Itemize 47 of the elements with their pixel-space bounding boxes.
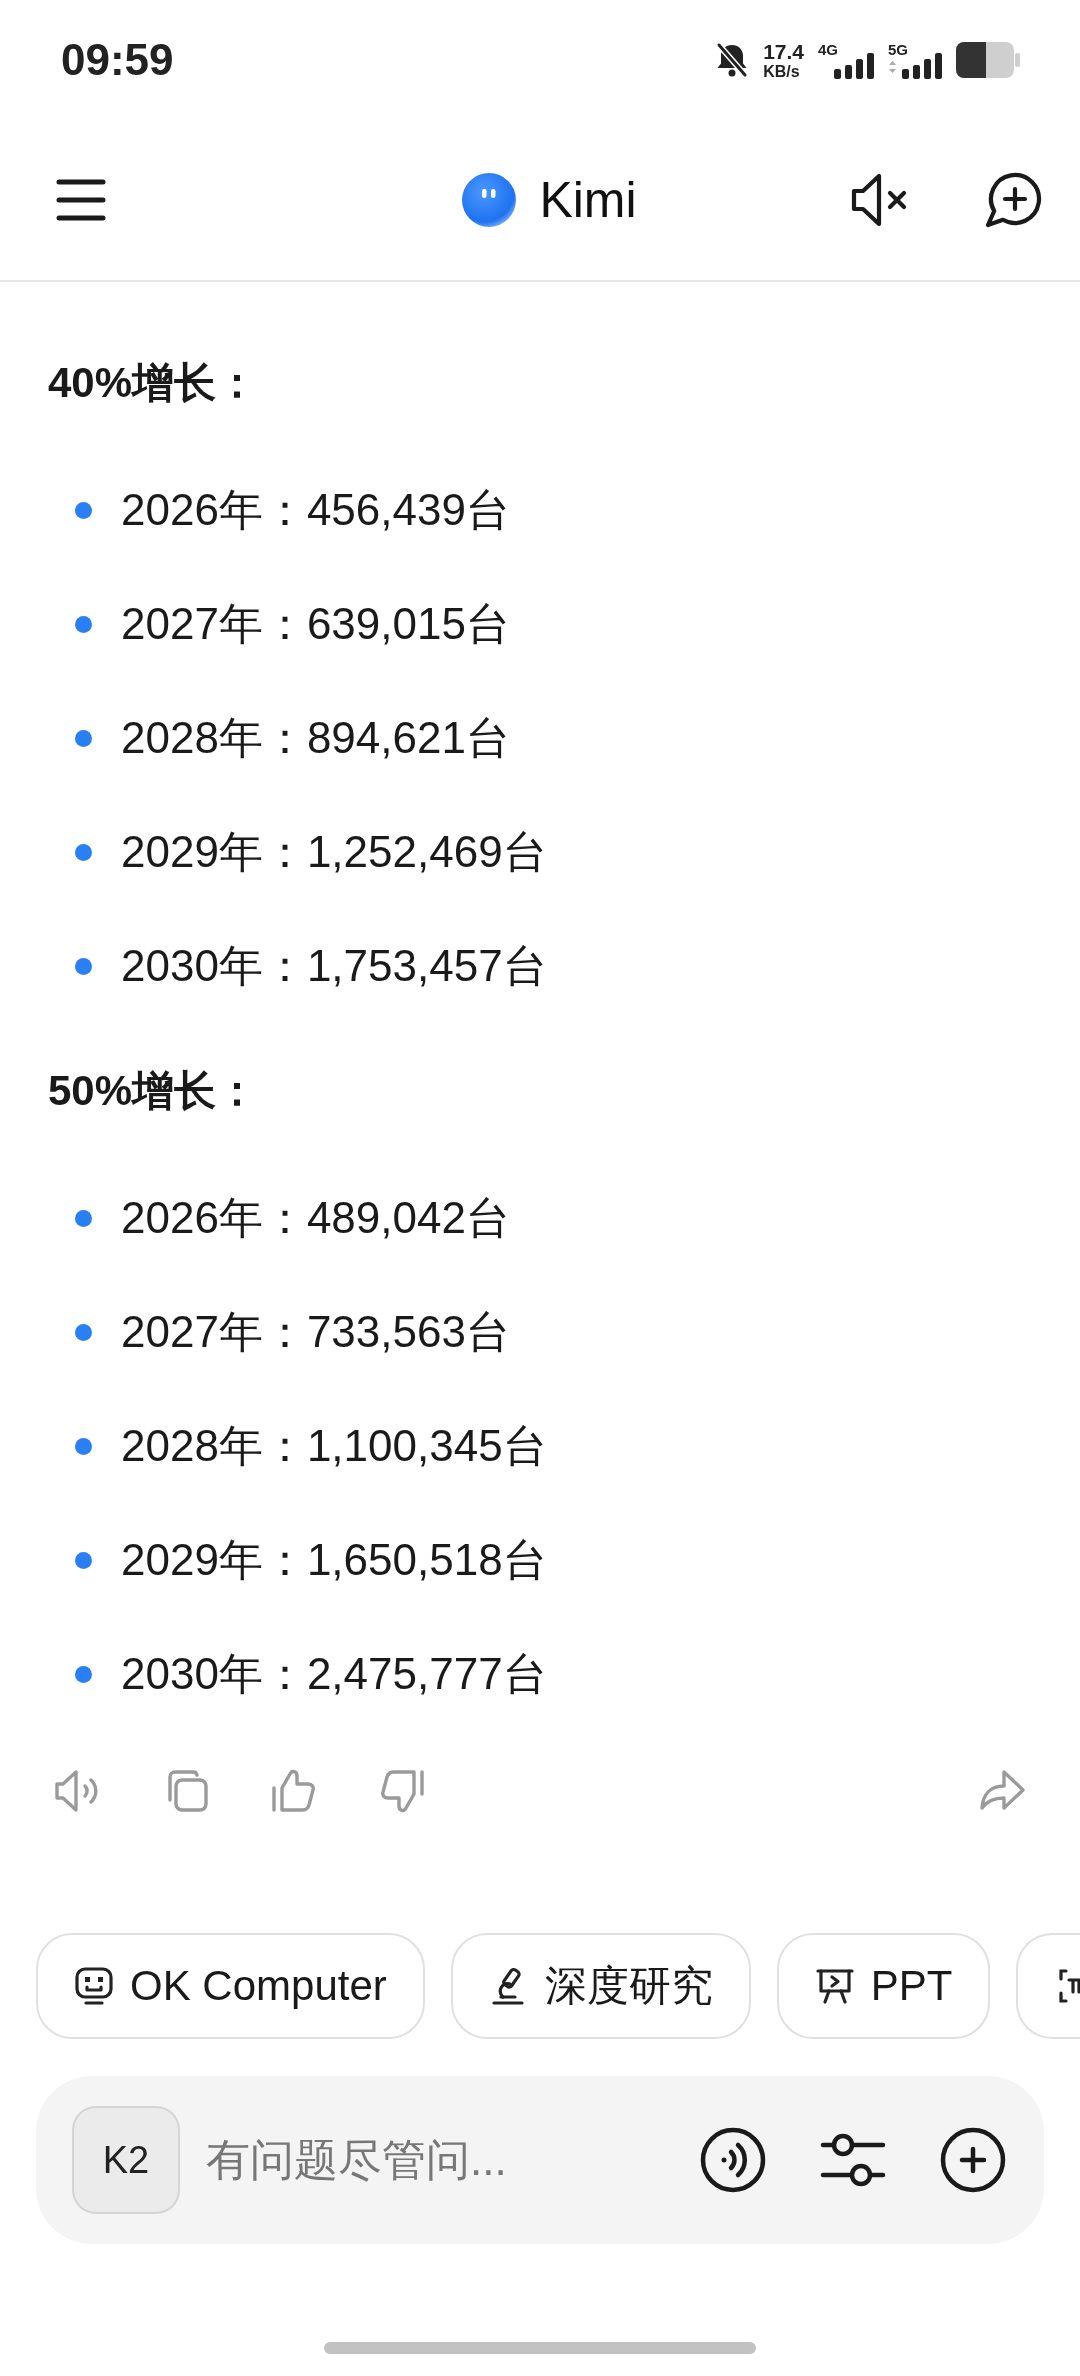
muted-bell-icon — [715, 42, 750, 78]
bullet-icon — [75, 615, 92, 633]
thumbs-down-icon[interactable] — [378, 1768, 426, 1814]
bullet-icon — [75, 1551, 92, 1569]
list-item-text: 2026年：456,439台 — [121, 483, 510, 536]
bullet-icon — [75, 843, 92, 861]
app-title: Kimi — [539, 175, 637, 225]
robot-face-icon — [74, 1966, 114, 2006]
list-item-text: 2026年：489,042台 — [121, 1191, 510, 1244]
bullet-icon — [75, 501, 92, 519]
face-logo-icon — [461, 172, 518, 228]
thumbs-up-icon[interactable] — [270, 1768, 318, 1814]
list-item-text: 2029年：1,650,518台 — [121, 1533, 547, 1586]
model-button[interactable]: K2 — [72, 2106, 180, 2214]
bullet-icon — [75, 729, 92, 747]
bullet-icon — [75, 1437, 92, 1455]
list-item-text: 2029年：1,252,469台 — [121, 825, 547, 878]
list-item-text: 2027年：733,563台 — [121, 1305, 510, 1358]
bullet-icon — [75, 1209, 92, 1227]
voice-icon[interactable] — [700, 2127, 766, 2193]
bullet-icon — [75, 957, 92, 975]
message-input[interactable]: 有问题尽管问... — [206, 2135, 680, 2185]
battery-icon — [956, 42, 1020, 78]
network-speed-value: 17.4 — [763, 40, 804, 62]
suggestion-chip[interactable]: PPT — [776, 1933, 991, 2039]
list-item-text: 2028年：1,100,345台 — [121, 1419, 547, 1472]
network-type-label: 4G — [818, 41, 838, 57]
presentation-board-icon — [814, 1966, 855, 2006]
status-time: 09:59 — [61, 38, 174, 82]
list-item-text: 2027年：639,015台 — [121, 597, 510, 650]
bracket-icon — [1058, 1966, 1080, 2006]
list-item-text: 2030年：2,475,777台 — [121, 1647, 547, 1700]
section-heading: 50%增长： — [48, 1066, 260, 1116]
chat-add-icon[interactable] — [984, 172, 1042, 228]
suggestion-chip[interactable]: OK Computer — [36, 1933, 425, 2039]
suggestion-chip[interactable]: 深度研究 — [450, 1933, 751, 2039]
list-item-text: 2028年：894,621台 — [121, 711, 510, 764]
menu-icon[interactable] — [56, 179, 106, 221]
sliders-icon[interactable] — [820, 2131, 886, 2189]
bullet-icon — [75, 1665, 92, 1683]
list-item-text: 2030年：1,753,457台 — [121, 939, 547, 992]
suggestion-chip[interactable] — [1016, 1933, 1080, 2039]
add-icon[interactable] — [940, 2127, 1006, 2193]
bullet-icon — [75, 1323, 92, 1341]
network-speed-unit: KB/s — [763, 63, 800, 80]
network-type-label: 5G — [888, 41, 908, 57]
section-heading: 40%增长： — [48, 358, 260, 408]
